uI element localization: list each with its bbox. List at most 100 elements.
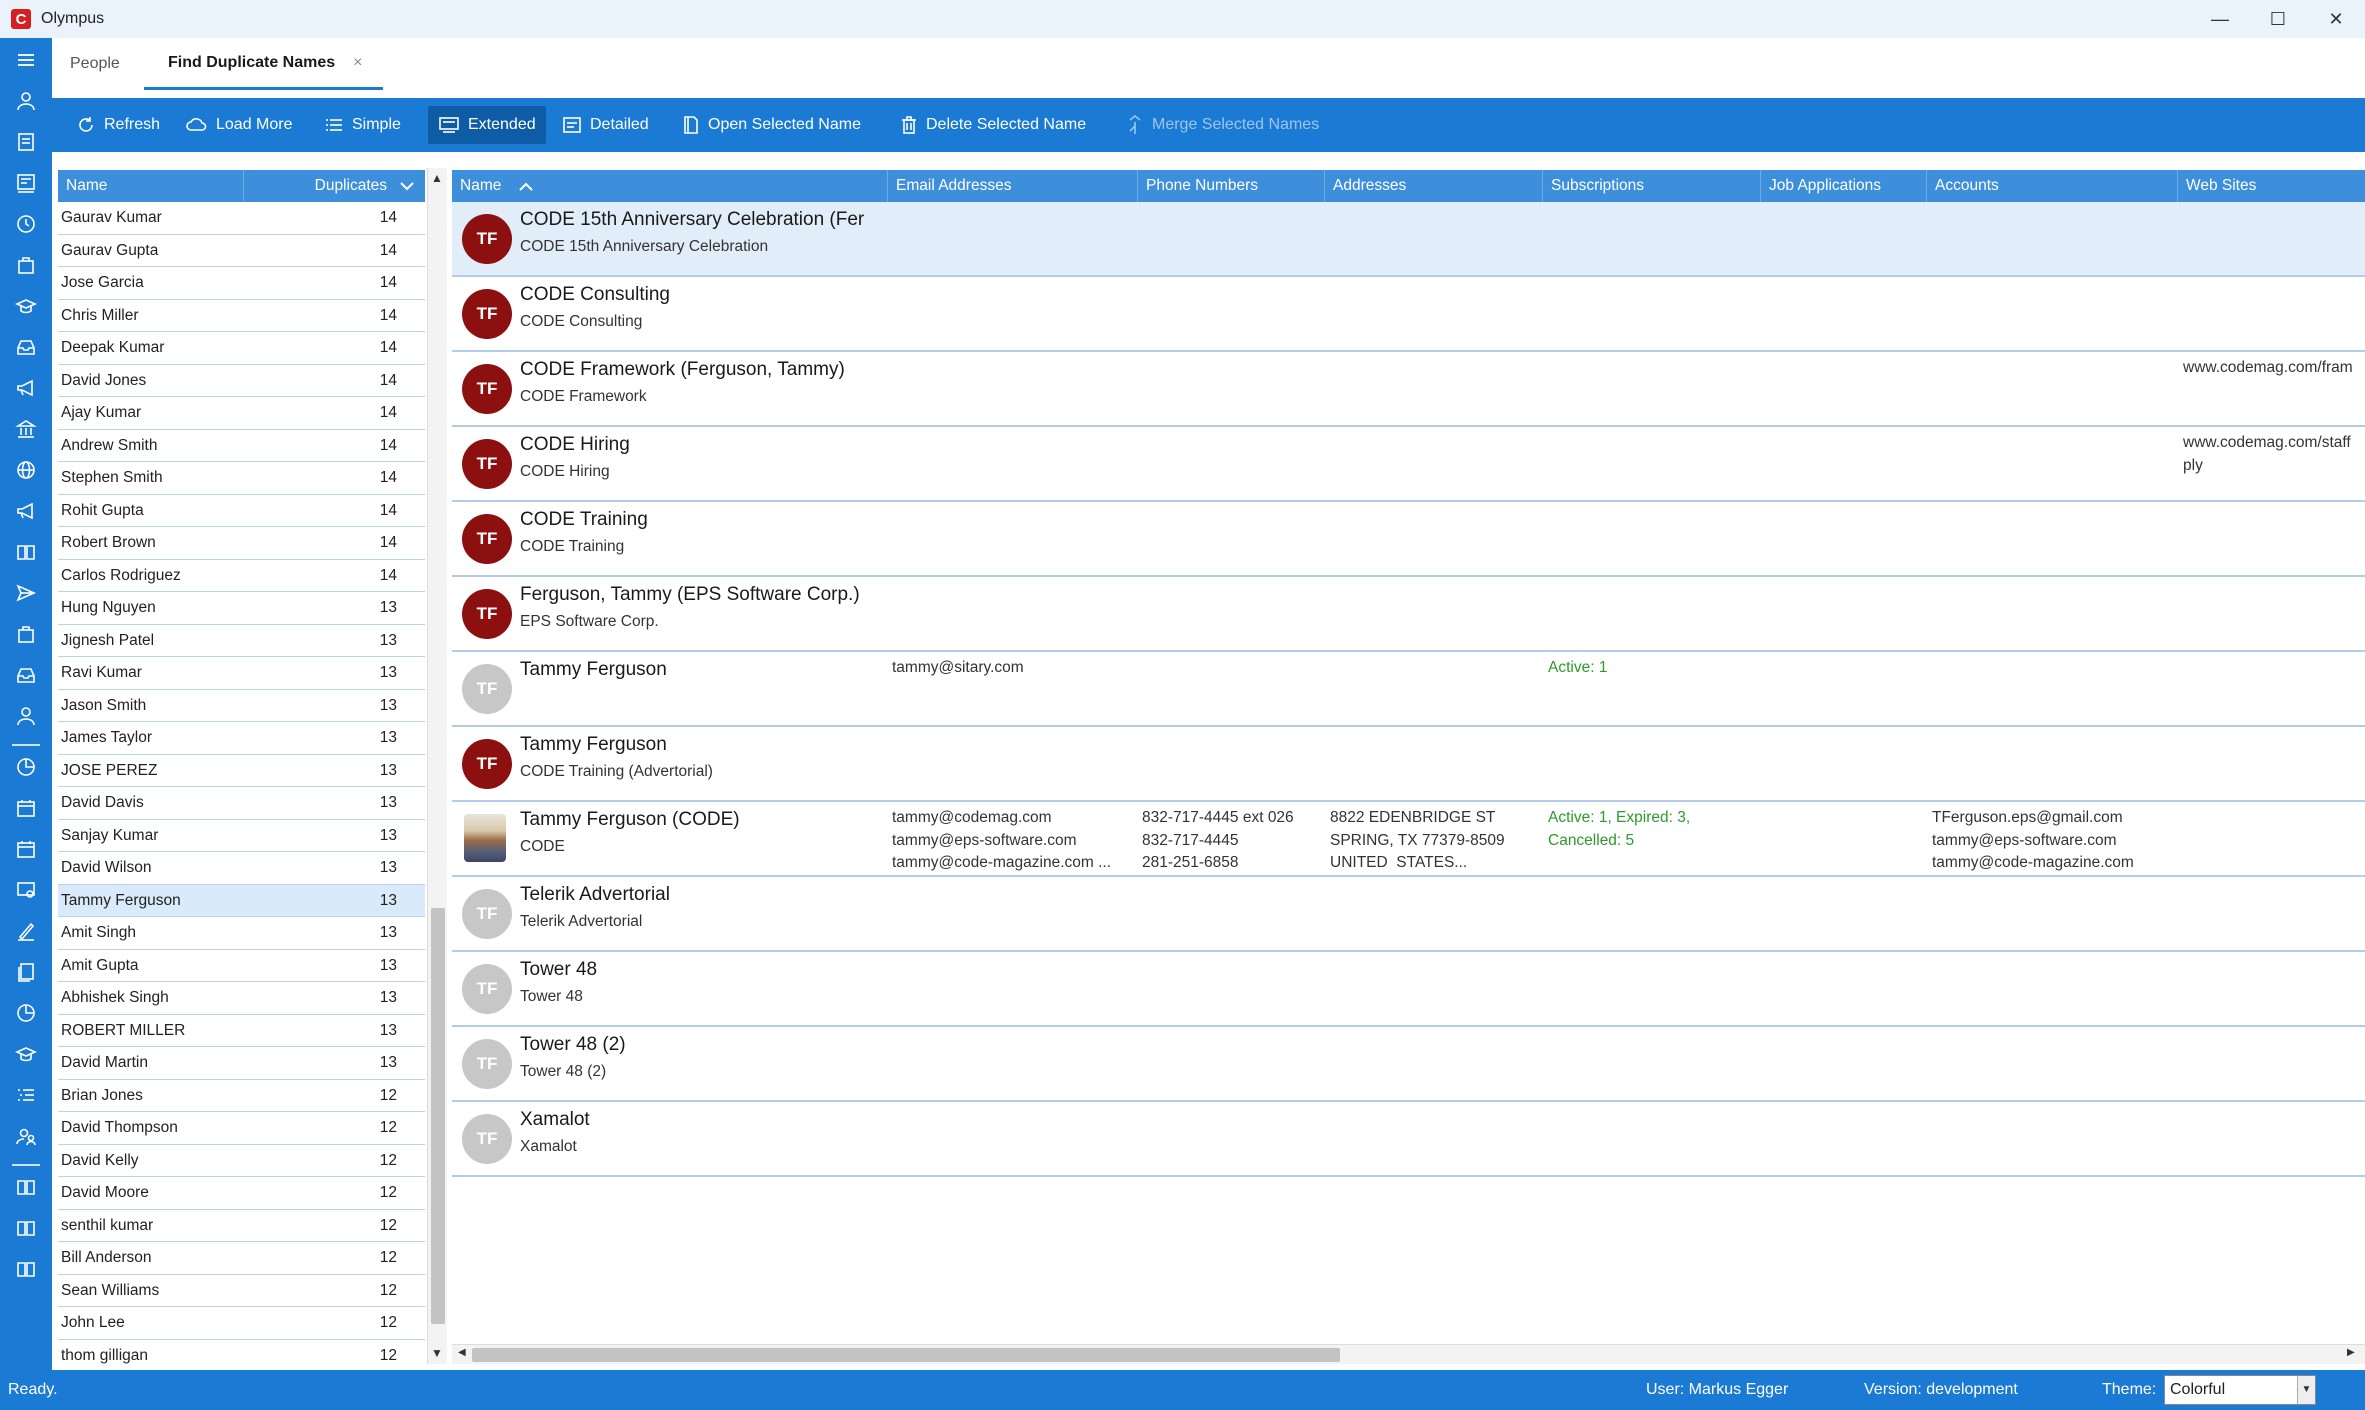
book-icon[interactable]: [14, 1257, 38, 1281]
accounts-column-header[interactable]: Accounts: [1927, 170, 2178, 202]
websites-column-header[interactable]: Web Sites: [2178, 170, 2365, 202]
names-list-row[interactable]: David Jones 14: [58, 365, 425, 397]
grid-row[interactable]: TF Ferguson, Tammy (EPS Software Corp.) EP…: [452, 577, 2365, 652]
inbox-icon[interactable]: [14, 663, 38, 687]
scroll-up-icon[interactable]: ▲: [431, 171, 443, 185]
pen-icon[interactable]: [14, 919, 38, 943]
close-window-button[interactable]: ✕: [2307, 0, 2365, 38]
book-icon[interactable]: [14, 540, 38, 564]
email-column-header[interactable]: Email Addresses: [888, 170, 1138, 202]
names-list-row[interactable]: ROBERT MILLER 13: [58, 1015, 425, 1047]
briefcase-icon[interactable]: [14, 622, 38, 646]
names-list-row[interactable]: David Davis 13: [58, 787, 425, 820]
grid-row[interactable]: TF CODE Training CODE Training: [452, 502, 2365, 577]
names-list-row[interactable]: Tammy Ferguson 13: [58, 884, 425, 917]
names-list-row[interactable]: Jason Smith 13: [58, 690, 425, 722]
names-list-row[interactable]: David Thompson 12: [58, 1112, 425, 1145]
names-list-row[interactable]: David Martin 13: [58, 1047, 425, 1080]
megaphone-icon[interactable]: [14, 376, 38, 400]
names-list-row[interactable]: Jignesh Patel 13: [58, 625, 425, 657]
refresh-button[interactable]: Refresh: [66, 106, 170, 144]
names-list-row[interactable]: Chris Miller 14: [58, 300, 425, 332]
close-tab-icon[interactable]: ×: [353, 54, 362, 72]
grid-row[interactable]: TF Tammy Ferguson tammy@sitary.com Active: …: [452, 652, 2365, 727]
grid-row[interactable]: TF Tower 48 Tower 48: [452, 952, 2365, 1027]
extended-button[interactable]: Extended: [428, 106, 546, 144]
documents-icon[interactable]: [14, 960, 38, 984]
book-icon[interactable]: [14, 1175, 38, 1199]
names-list-row[interactable]: JOSE PEREZ 13: [58, 755, 425, 787]
names-list-row[interactable]: Sanjay Kumar 13: [58, 820, 425, 852]
names-list-row[interactable]: Ajay Kumar 14: [58, 397, 425, 430]
scroll-left-icon[interactable]: ◀: [458, 1347, 466, 1358]
open-selected-name-button[interactable]: Open Selected Name: [672, 106, 871, 144]
grid-row[interactable]: TF CODE Consulting CODE Consulting: [452, 277, 2365, 352]
grid-name-column-header[interactable]: Name: [452, 170, 888, 202]
image-card-icon[interactable]: [14, 878, 38, 902]
scrollbar-thumb[interactable]: [431, 908, 445, 1324]
names-list-row[interactable]: Jose Garcia 14: [58, 267, 425, 300]
addresses-column-header[interactable]: Addresses: [1325, 170, 1543, 202]
merge-selected-names-button[interactable]: Merge Selected Names: [1116, 106, 1329, 144]
names-list-row[interactable]: David Moore 12: [58, 1177, 425, 1210]
names-list-row[interactable]: Brian Jones 12: [58, 1080, 425, 1112]
calendar-icon[interactable]: [14, 837, 38, 861]
list-icon[interactable]: [14, 1083, 38, 1107]
grid-row[interactable]: TF CODE 15th Anniversary Celebration (Fer…: [452, 202, 2365, 277]
grid-row[interactable]: TF Telerik Advertorial Telerik Advertorial: [452, 877, 2365, 952]
names-list-row[interactable]: Robert Brown 14: [58, 527, 425, 560]
grid-horizontal-scrollbar[interactable]: ◀ ▶: [452, 1344, 2365, 1364]
grid-row[interactable]: Tammy Ferguson (CODE) CODE tammy@codemag.c…: [452, 802, 2365, 877]
names-list-row[interactable]: David Kelly 12: [58, 1145, 425, 1177]
names-list-row[interactable]: Stephen Smith 14: [58, 462, 425, 495]
delete-selected-name-button[interactable]: Delete Selected Name: [890, 106, 1096, 144]
maximize-button[interactable]: ☐: [2249, 0, 2307, 38]
names-list-row[interactable]: Gaurav Gupta 14: [58, 235, 425, 267]
pie-icon[interactable]: [14, 1001, 38, 1025]
names-list-row[interactable]: Sean Williams 12: [58, 1275, 425, 1307]
names-list-row[interactable]: James Taylor 13: [58, 722, 425, 755]
names-list-row[interactable]: Rohit Gupta 14: [58, 495, 425, 527]
names-list-row[interactable]: Abhishek Singh 13: [58, 982, 425, 1015]
person-icon[interactable]: [14, 704, 38, 728]
grid-row[interactable]: TF Xamalot Xamalot: [452, 1102, 2365, 1177]
menu-icon[interactable]: [14, 48, 38, 72]
send-icon[interactable]: [14, 581, 38, 605]
names-list-row[interactable]: Amit Gupta 13: [58, 950, 425, 982]
megaphone-icon[interactable]: [14, 499, 38, 523]
minimize-button[interactable]: —: [2191, 0, 2249, 38]
grid-row[interactable]: TF CODE Framework (Ferguson, Tammy) CODE F…: [452, 352, 2365, 427]
theme-select[interactable]: Colorful ▼: [2164, 1375, 2316, 1405]
job-applications-column-header[interactable]: Job Applications: [1761, 170, 1927, 202]
simple-button[interactable]: Simple: [314, 106, 411, 144]
name-column-header[interactable]: Name: [58, 170, 244, 202]
bank-icon[interactable]: [14, 417, 38, 441]
tab-people[interactable]: People: [70, 38, 120, 90]
names-list-row[interactable]: Andrew Smith 14: [58, 430, 425, 462]
globe-icon[interactable]: [14, 458, 38, 482]
names-list-row[interactable]: thom gilligan 12: [58, 1340, 425, 1372]
scroll-right-icon[interactable]: ▶: [2347, 1347, 2355, 1358]
grid-row[interactable]: TF Tower 48 (2) Tower 48 (2): [452, 1027, 2365, 1102]
names-list-row[interactable]: senthil kumar 12: [58, 1210, 425, 1242]
names-list-row[interactable]: Ravi Kumar 13: [58, 657, 425, 690]
names-list-row[interactable]: David Wilson 13: [58, 852, 425, 885]
grid-row[interactable]: TF CODE Hiring CODE Hiring www.codemag.com/…: [452, 427, 2365, 502]
clock-icon[interactable]: [14, 212, 38, 236]
notebook-icon[interactable]: [14, 130, 38, 154]
names-list-row[interactable]: Carlos Rodriguez 14: [58, 560, 425, 592]
tab-find-duplicate-names[interactable]: Find Duplicate Names ×: [144, 38, 383, 90]
graduation-icon[interactable]: [14, 294, 38, 318]
phone-column-header[interactable]: Phone Numbers: [1138, 170, 1325, 202]
load-more-button[interactable]: Load More: [176, 106, 303, 144]
names-list-row[interactable]: Hung Nguyen 13: [58, 592, 425, 625]
book-icon[interactable]: [14, 1216, 38, 1240]
names-list-scrollbar[interactable]: ▲ ▼: [427, 168, 447, 1364]
news-icon[interactable]: [14, 171, 38, 195]
names-list-row[interactable]: Deepak Kumar 14: [58, 332, 425, 365]
person-icon[interactable]: [14, 89, 38, 113]
subscriptions-column-header[interactable]: Subscriptions: [1543, 170, 1761, 202]
names-list-row[interactable]: Bill Anderson 12: [58, 1242, 425, 1275]
pie-icon[interactable]: [14, 755, 38, 779]
grid-row[interactable]: TF Tammy Ferguson CODE Training (Advertori…: [452, 727, 2365, 802]
